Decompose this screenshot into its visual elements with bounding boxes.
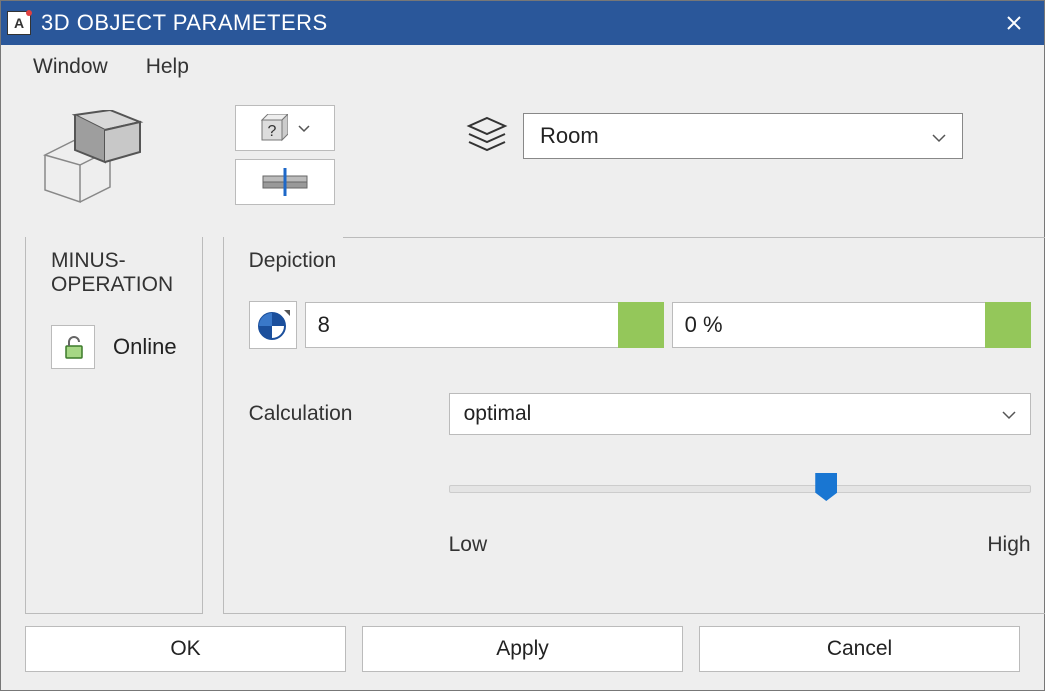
menu-window[interactable]: Window <box>19 49 122 85</box>
lock-status-label: Online <box>113 334 177 360</box>
ok-button[interactable]: OK <box>25 626 346 672</box>
cancel-button[interactable]: Cancel <box>699 626 1020 672</box>
chevron-down-icon <box>932 123 946 149</box>
chevron-down-icon <box>1002 402 1016 426</box>
chevron-down-icon <box>298 120 310 136</box>
calculation-selected-label: optimal <box>464 402 532 426</box>
slider-track <box>449 485 1031 493</box>
slider-labels: Low High <box>449 533 1031 557</box>
content-area: ? <box>1 89 1044 690</box>
close-button[interactable] <box>994 1 1034 45</box>
top-row: ? <box>25 89 1020 215</box>
section-toggle-button[interactable] <box>235 159 335 205</box>
svg-text:?: ? <box>268 123 277 140</box>
calculation-label: Calculation <box>249 402 429 426</box>
depiction-title: Depiction <box>249 249 1031 273</box>
slider-high-label: High <box>987 533 1030 557</box>
object-type-icon <box>25 105 165 215</box>
apply-button[interactable]: Apply <box>362 626 683 672</box>
question-cube-icon: ? <box>260 114 288 142</box>
dialog-buttons: OK Apply Cancel <box>25 626 1020 672</box>
top-button-column: ? <box>235 105 335 205</box>
depiction-value-1-input[interactable] <box>305 302 618 348</box>
window-title: 3D OBJECT PARAMETERS <box>41 10 994 36</box>
depiction-group: Depiction <box>223 223 1045 614</box>
cubes-icon <box>40 110 150 210</box>
calculation-select[interactable]: optimal <box>449 393 1031 435</box>
layer-block: Room <box>465 105 1020 159</box>
section-icon <box>257 168 313 196</box>
pie-options-button[interactable] <box>249 301 297 349</box>
minus-operation-group: MINUS-OPERATION Online <box>25 223 203 614</box>
minus-operation-title: MINUS-OPERATION <box>51 249 177 297</box>
layers-icon <box>465 116 509 156</box>
layer-select[interactable]: Room <box>523 113 963 159</box>
titlebar: A 3D OBJECT PARAMETERS <box>1 1 1044 45</box>
depiction-value-2-confirm[interactable] <box>985 302 1031 348</box>
menubar: Window Help <box>1 45 1044 89</box>
dialog-window: A 3D OBJECT PARAMETERS Window Help <box>0 0 1045 691</box>
middle-row: MINUS-OPERATION Online Depiction <box>25 223 1020 614</box>
unlock-icon <box>60 334 86 360</box>
depiction-value-1-confirm[interactable] <box>618 302 664 348</box>
lock-toggle-button[interactable] <box>51 325 95 369</box>
menu-help[interactable]: Help <box>132 49 203 85</box>
help-dropdown-button[interactable]: ? <box>235 105 335 151</box>
layer-selected-label: Room <box>540 123 599 149</box>
slider-thumb[interactable] <box>815 473 837 501</box>
app-icon: A <box>7 11 31 35</box>
pie-icon <box>256 308 290 342</box>
close-icon <box>1006 15 1022 31</box>
depiction-value-2-input[interactable] <box>672 302 985 348</box>
quality-slider[interactable] <box>449 475 1031 505</box>
slider-low-label: Low <box>449 533 488 557</box>
